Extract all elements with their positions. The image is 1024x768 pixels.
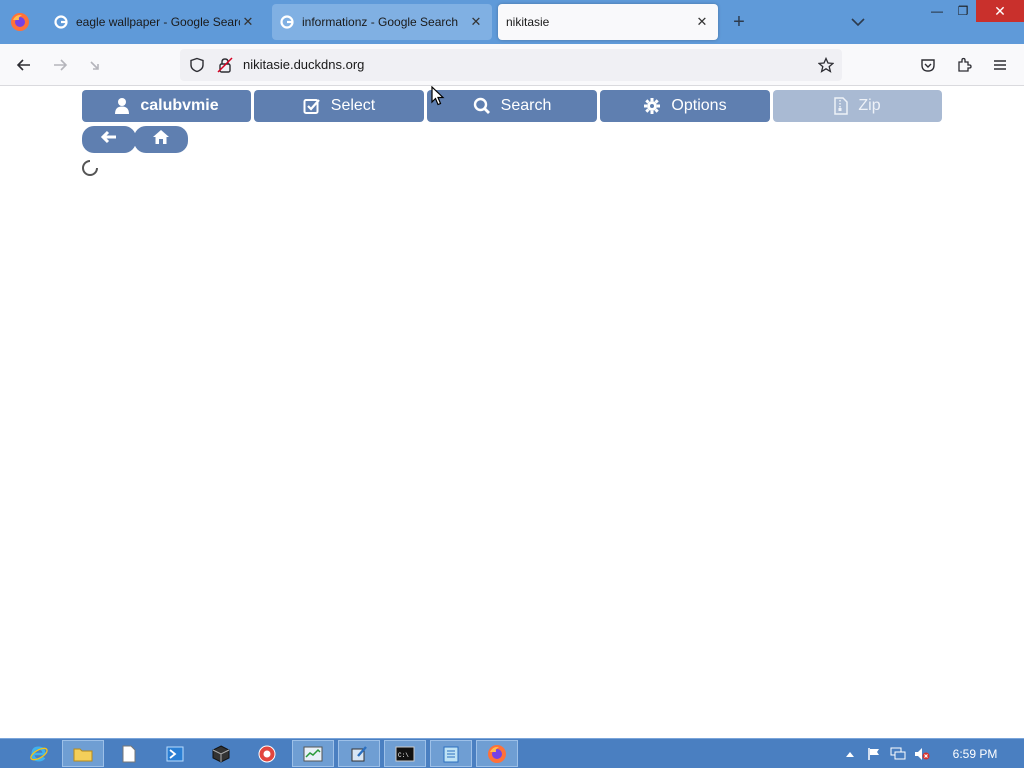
arrow-left-icon [100, 130, 118, 149]
tab-eagle-wallpaper[interactable]: eagle wallpaper - Google Search ✕ [46, 4, 264, 40]
task-manager-icon[interactable] [292, 740, 334, 767]
tab-informationz[interactable]: informationz - Google Search ✕ [272, 4, 492, 40]
internet-explorer-icon[interactable] [18, 740, 60, 767]
firefox-icon [6, 8, 34, 36]
package-icon[interactable] [200, 740, 242, 767]
google-icon [280, 15, 294, 29]
tab-close-icon[interactable]: ✕ [694, 14, 710, 30]
back-icon[interactable] [12, 53, 36, 77]
url-text[interactable]: nikitasie.duckdns.org [243, 57, 364, 72]
gear-icon [643, 97, 661, 115]
address-bar[interactable]: nikitasie.duckdns.org [180, 49, 842, 81]
search-button[interactable]: Search [427, 90, 597, 122]
page-content: calubvmie Select Search Options Zip [0, 86, 1024, 738]
search-icon [473, 97, 491, 115]
taskbar-clock[interactable]: 6:59 PM [940, 747, 1010, 761]
user-button[interactable]: calubvmie [82, 90, 251, 122]
network-icon[interactable] [890, 746, 906, 762]
tab-close-icon[interactable]: ✕ [468, 14, 484, 30]
app-red-circle-icon[interactable] [246, 740, 288, 767]
loading-spinner-icon [81, 159, 99, 177]
zip-file-icon [834, 97, 849, 115]
tab-title: eagle wallpaper - Google Search [76, 15, 240, 29]
home-button[interactable] [134, 126, 188, 153]
document-icon[interactable] [108, 740, 150, 767]
close-window-button[interactable]: ✕ [976, 0, 1024, 22]
zip-button[interactable]: Zip [773, 90, 942, 122]
zip-button-label: Zip [858, 97, 881, 114]
list-all-tabs-icon[interactable] [848, 12, 868, 32]
show-hidden-icons-icon[interactable] [842, 746, 858, 762]
tab-nikitasie[interactable]: nikitasie ✕ [498, 4, 718, 40]
pocket-icon[interactable] [916, 53, 940, 77]
powershell-icon[interactable] [154, 740, 196, 767]
checkbox-icon [303, 97, 321, 115]
windows-taskbar: C:\ 6:59 PM [0, 738, 1024, 768]
tab-title: informationz - Google Search [302, 15, 459, 29]
shield-icon[interactable] [189, 57, 205, 73]
back-button[interactable] [82, 126, 136, 153]
file-explorer-icon[interactable] [62, 740, 104, 767]
restore-button[interactable]: ❐ [946, 0, 980, 22]
google-icon [54, 15, 68, 29]
home-icon [152, 129, 170, 150]
desktop: eagle wallpaper - Google Search ✕ inform… [0, 0, 1024, 768]
browser-toolbar: nikitasie.duckdns.org [0, 44, 1024, 86]
forward-icon[interactable] [48, 53, 72, 77]
stop-loading-icon[interactable] [84, 53, 108, 77]
volume-muted-icon[interactable] [914, 746, 930, 762]
select-button-label: Select [330, 97, 376, 114]
menu-hamburger-icon[interactable] [988, 53, 1012, 77]
user-button-label: calubvmie [140, 97, 219, 114]
tab-close-icon[interactable]: ✕ [240, 14, 256, 30]
action-center-flag-icon[interactable] [866, 746, 882, 762]
edit-tool-icon[interactable] [338, 740, 380, 767]
mouse-cursor-icon [431, 85, 445, 106]
lock-icon[interactable] [217, 57, 233, 73]
select-button[interactable]: Select [254, 90, 424, 122]
firefox-taskbar-icon[interactable] [476, 740, 518, 767]
notepad-icon[interactable] [430, 740, 472, 767]
browser-tab-bar: eagle wallpaper - Google Search ✕ inform… [0, 0, 1024, 44]
command-prompt-icon[interactable]: C:\ [384, 740, 426, 767]
user-icon [114, 97, 130, 115]
options-button[interactable]: Options [600, 90, 770, 122]
search-button-label: Search [500, 97, 552, 114]
new-tab-button[interactable]: + [728, 12, 750, 34]
tab-title: nikitasie [506, 15, 550, 29]
svg-text:C:\: C:\ [398, 752, 409, 759]
extensions-icon[interactable] [952, 53, 976, 77]
options-button-label: Options [671, 97, 727, 114]
bookmark-star-icon[interactable] [818, 57, 834, 73]
